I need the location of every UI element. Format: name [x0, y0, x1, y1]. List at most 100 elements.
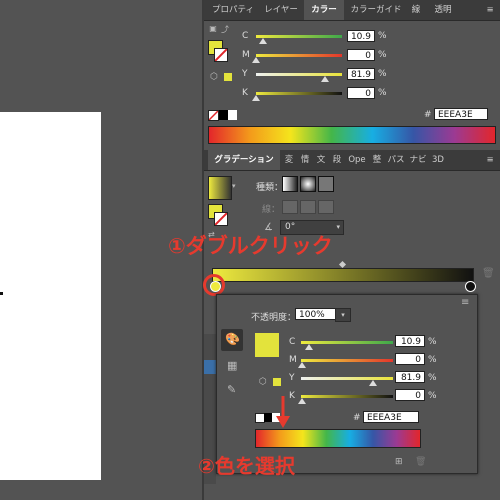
magenta-label: M: [242, 50, 250, 60]
tab-opentype[interactable]: Ope: [346, 150, 368, 170]
tab-transparency[interactable]: 透明: [430, 0, 456, 20]
chevron-down-icon[interactable]: ▾: [336, 221, 340, 234]
popup-yellow-slider-thumb[interactable]: [369, 380, 377, 386]
popup-black-slider[interactable]: [301, 395, 393, 398]
magenta-slider-thumb[interactable]: [252, 57, 260, 63]
swap-colors-icon[interactable]: ⤴: [220, 24, 230, 34]
color-panel: プロパティ レイヤー カラー カラーガイド 線 透明 ≡ ▣ ⤴ ⬡ C 10.…: [204, 0, 500, 150]
cyan-value-field[interactable]: 10.9: [347, 30, 375, 42]
tab-align[interactable]: 整: [370, 150, 384, 170]
popup-yellow-label: Y: [289, 373, 295, 383]
default-colors-icon[interactable]: ▣: [208, 24, 218, 34]
popup-menu-icon[interactable]: ≡: [461, 297, 469, 308]
gradient-panel: グラデーション 変 情 文 段 Ope 整 パス ナビ 3D ≡ ▾ 種類： ⇄…: [204, 150, 500, 300]
tab-gradient[interactable]: グラデーション: [208, 150, 280, 170]
none-slash-icon: [214, 212, 228, 226]
popup-yellow-value-field[interactable]: 81.9: [395, 371, 425, 383]
gradient-midpoint[interactable]: [338, 260, 347, 269]
anchor-point[interactable]: [0, 292, 3, 295]
cyan-slider[interactable]: [256, 35, 342, 38]
popup-magenta-slider[interactable]: [301, 359, 393, 362]
black-slider-thumb[interactable]: [252, 95, 260, 101]
tab-navigator[interactable]: ナビ: [408, 150, 428, 170]
stroke-along-button[interactable]: [300, 200, 316, 214]
out-of-gamut-cube-icon: ⬡: [210, 72, 218, 82]
black-value-field[interactable]: 0: [347, 87, 375, 99]
black-unit: %: [378, 88, 387, 98]
cyan-slider-thumb[interactable]: [259, 38, 267, 44]
none-slash-icon: [208, 110, 219, 121]
yellow-value-field[interactable]: 81.9: [347, 68, 375, 80]
freeform-gradient-button[interactable]: [318, 176, 334, 192]
popup-cyan-slider[interactable]: [301, 341, 393, 344]
swatches-list-icon[interactable]: ▦: [227, 359, 237, 372]
delete-swatch-icon[interactable]: 🗑: [415, 457, 426, 467]
tab-paragraph[interactable]: 段: [330, 150, 344, 170]
chevron-down-icon[interactable]: ▾: [232, 182, 236, 190]
annotation-double-click: ①ダブルクリック: [168, 234, 333, 258]
popup-black-value-field[interactable]: 0: [395, 389, 425, 401]
tab-3d[interactable]: 3D: [430, 150, 446, 170]
popup-black-swatch[interactable]: [264, 413, 272, 422]
popup-hex-field[interactable]: EEEA3E: [363, 411, 419, 423]
linear-gradient-button[interactable]: [282, 176, 298, 192]
tab-pathfinder[interactable]: パス: [386, 150, 406, 170]
add-swatch-icon[interactable]: ⊞: [395, 457, 403, 467]
hex-value-field[interactable]: EEEA3E: [434, 108, 488, 120]
popup-black-slider-thumb[interactable]: [298, 398, 306, 404]
popup-cyan-slider-thumb[interactable]: [305, 344, 313, 350]
yellow-slider[interactable]: [256, 73, 342, 76]
panel-menu-icon[interactable]: ≡: [482, 150, 498, 170]
popup-yellow-slider[interactable]: [301, 377, 393, 380]
tab-character[interactable]: 文: [314, 150, 328, 170]
tab-layers[interactable]: レイヤー: [260, 0, 302, 20]
gradient-stop-end[interactable]: [465, 281, 476, 292]
layer-selected-row[interactable]: [204, 360, 216, 374]
stroke-across-button[interactable]: [318, 200, 334, 214]
tab-stroke[interactable]: 線: [408, 0, 424, 20]
opacity-dropdown[interactable]: ▾: [335, 308, 351, 322]
yellow-slider-thumb[interactable]: [321, 76, 329, 82]
panel-menu-icon[interactable]: ≡: [482, 0, 498, 20]
black-slider[interactable]: [256, 92, 342, 95]
eyedropper-icon[interactable]: ✎: [227, 383, 236, 396]
tab-properties[interactable]: プロパティ: [208, 0, 258, 20]
delete-stop-icon[interactable]: 🗑: [482, 268, 495, 279]
color-spectrum-bar[interactable]: [208, 126, 496, 144]
hex-label: #: [424, 110, 432, 120]
gradient-stroke-none-swatch[interactable]: [214, 212, 228, 226]
stroke-within-button[interactable]: [282, 200, 298, 214]
annotation-select-color: ②色を選択: [198, 454, 295, 478]
popup-cyan-value-field[interactable]: 10.9: [395, 335, 425, 347]
popup-selected-color[interactable]: [255, 333, 279, 357]
highlight-circle: [203, 274, 225, 296]
gamut-swatch[interactable]: [273, 378, 281, 386]
popup-magenta-slider-thumb[interactable]: [298, 362, 306, 368]
white-color-swatch[interactable]: [228, 110, 237, 120]
popup-hex-label: #: [353, 413, 361, 423]
radial-gradient-button[interactable]: [300, 176, 316, 192]
popup-color-spectrum-bar[interactable]: [255, 429, 421, 448]
swatch-mode-tab[interactable]: 🎨: [221, 329, 243, 351]
none-color-swatch[interactable]: [208, 110, 219, 121]
none-slash-icon: [214, 48, 228, 62]
magenta-value-field[interactable]: 0: [347, 49, 375, 61]
gradient-thumbnail[interactable]: [208, 176, 232, 200]
artboard[interactable]: [0, 112, 101, 480]
popup-magenta-label: M: [289, 355, 297, 365]
stroke-none-swatch[interactable]: [214, 48, 228, 62]
tab-info[interactable]: 情: [298, 150, 312, 170]
black-label: K: [242, 88, 248, 98]
magenta-slider[interactable]: [256, 54, 342, 57]
tab-transform[interactable]: 変: [282, 150, 296, 170]
gradient-slider[interactable]: [212, 268, 474, 282]
opacity-label: 不透明度：: [251, 313, 297, 323]
yellow-unit: %: [378, 69, 387, 79]
popup-black-unit: %: [428, 391, 437, 401]
tab-color-guide[interactable]: カラーガイド: [346, 0, 406, 20]
tab-color[interactable]: カラー: [304, 0, 344, 20]
gamut-swatch[interactable]: [224, 73, 232, 81]
popup-magenta-value-field[interactable]: 0: [395, 353, 425, 365]
black-color-swatch[interactable]: [219, 110, 228, 120]
color-panel-tabbar: プロパティ レイヤー カラー カラーガイド 線 透明 ≡: [204, 0, 500, 21]
